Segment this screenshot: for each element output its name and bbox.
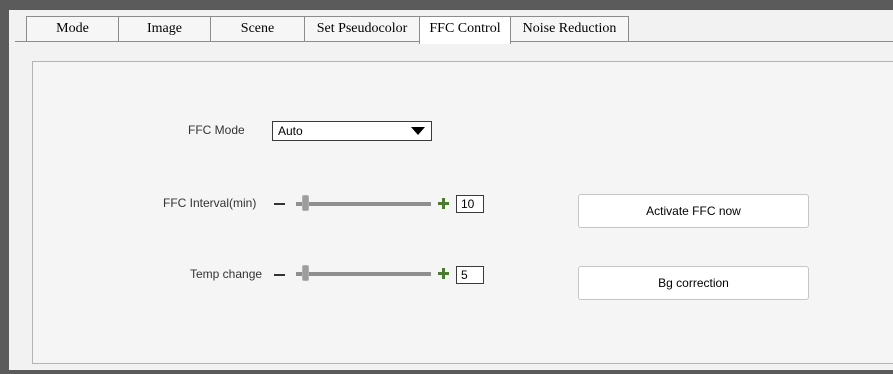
window-frame-top (0, 0, 893, 10)
tab-image[interactable]: Image (118, 16, 211, 41)
chevron-down-icon (411, 127, 425, 135)
tab-ffc-control[interactable]: FFC Control (419, 16, 511, 44)
window-frame-bottom (0, 370, 893, 374)
ffc-mode-value: Auto (278, 124, 303, 138)
temp-change-value-input[interactable]: 5 (456, 266, 484, 284)
tab-set-pseudocolor[interactable]: Set Pseudocolor (304, 16, 420, 41)
bg-correction-button[interactable]: Bg correction (578, 266, 809, 300)
ffc-interval-slider-thumb[interactable] (302, 195, 310, 211)
ffc-interval-slider-track[interactable] (296, 202, 431, 206)
plus-icon[interactable] (438, 268, 449, 279)
ffc-mode-label: FFC Mode (188, 123, 245, 137)
window-frame-left (0, 0, 9, 374)
temp-change-slider-thumb[interactable] (302, 265, 310, 281)
activate-ffc-button[interactable]: Activate FFC now (578, 194, 809, 228)
temp-change-label: Temp change (190, 267, 263, 281)
minus-icon[interactable] (274, 274, 285, 276)
tab-scene[interactable]: Scene (210, 16, 305, 41)
ffc-mode-select[interactable]: Auto (272, 121, 432, 141)
ffc-interval-label: FFC Interval(min) (163, 196, 257, 210)
tab-noise-reduction[interactable]: Noise Reduction (510, 16, 629, 41)
minus-icon[interactable] (274, 203, 285, 205)
tab-mode[interactable]: Mode (26, 16, 119, 41)
ffc-interval-value-input[interactable]: 10 (456, 195, 484, 213)
plus-icon[interactable] (438, 198, 449, 209)
temp-change-slider-track[interactable] (296, 272, 431, 276)
